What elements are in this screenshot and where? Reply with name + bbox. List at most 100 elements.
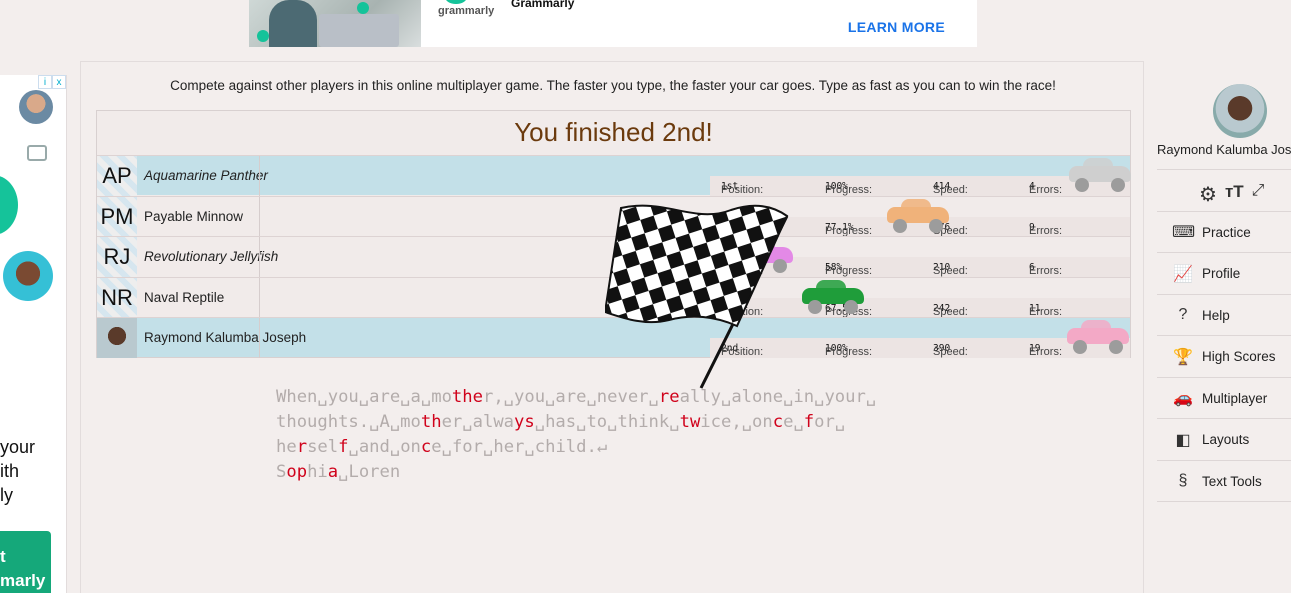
typed-segment: e␣for␣her␣child.↵ [431,437,608,457]
top-ad-banner[interactable]: grammarly Grammarly LEARN MORE [249,0,977,47]
player-name: Naval Reptile [144,289,225,305]
layouts-icon: ◧ [1175,431,1191,449]
quote-line: When␣you␣are␣a␣mother,␣you␣are␣never␣rea… [276,385,996,410]
message-icon [27,145,47,161]
player-name: Payable Minnow [144,208,244,224]
menu-label: High Scores [1202,349,1276,364]
typed-segment: ␣has␣to␣think␣ [534,412,680,432]
typed-segment: hi [307,462,328,482]
typed-segment: ␣and␣on [348,437,421,457]
menu-item-text-tools[interactable]: § Text Tools [1157,461,1291,502]
quote-line: Sophia␣Loren [276,460,996,485]
typed-segment: e␣ [783,412,804,432]
typed-segment: r,␣you␣are␣never␣ [482,387,659,407]
right-sidebar: Raymond Kalumba Joseph ⚙ тT ⤢ ⌨ Practice… [1157,75,1291,593]
typo-segment: ys [514,412,535,432]
typed-segment: When␣you␣are␣a␣mo [276,387,452,407]
checkered-flag-icon [605,204,789,389]
typed-segment: ally␣alone␣in␣your␣ [679,387,877,407]
typo-segment: the [451,387,483,407]
fullscreen-icon[interactable]: ⤢ [1252,182,1265,204]
race-car [1069,158,1131,192]
ad-info-icon[interactable]: i [38,75,52,89]
user-avatar[interactable] [1213,84,1267,138]
user-name[interactable]: Raymond Kalumba Joseph [1157,142,1291,157]
menu-item-high-scores[interactable]: 🏆 High Scores [1157,337,1291,378]
typo-segment: a [327,462,339,482]
typed-segment: S [276,462,287,482]
typo-segment: tw [679,412,701,432]
player-avatar: AP [97,156,137,196]
finish-title: You finished 2nd! [514,117,713,147]
car-icon: 🚗 [1173,390,1193,407]
typo-segment: re [658,387,680,407]
errors-label: Errors: [1029,305,1062,318]
menu-label: Multiplayer [1202,390,1268,406]
speed-label: Speed: [933,265,968,277]
quote-line: thoughts.␣A␣mother␣always␣has␣to␣think␣t… [276,410,996,435]
errors-label: Errors: [1029,346,1062,358]
position-label: Position: [721,184,764,196]
player-name: Raymond Kalumba Joseph [144,330,307,345]
text-size-icon[interactable]: тT [1225,182,1244,204]
ad-brand-name: Grammarly [511,0,575,10]
speed-label: Speed: [933,346,968,358]
main-panel: Compete against other players in this on… [80,61,1144,593]
typo-segment: op [286,462,308,482]
menu-item-profile[interactable]: 📈 Profile [1157,254,1291,295]
grammarly-g-icon [0,175,18,235]
race-lane: AP Aquamarine Panther Position: 1st Prog… [97,155,1131,196]
typed-segment: ice,␣on [700,412,773,432]
player-stats: Position: 1st Progress: 100% Speed: 414 … [710,176,1130,196]
menu-label: Profile [1202,266,1241,281]
errors-label: Errors: [1029,265,1062,277]
errors-label: Errors: [1029,184,1062,196]
ad-cta-button[interactable]: t marly [0,531,51,593]
typed-segment: er␣alwa [441,412,515,432]
errors-label: Errors: [1029,224,1062,237]
toolbar: ⚙ тT ⤢ [1199,182,1279,206]
grammarly-logo-icon [445,0,467,4]
progress-label: Progress: [825,184,873,196]
ad-text: your ith ly [0,437,36,505]
typo-segment: f [803,412,815,432]
ad-avatar [3,251,53,301]
typed-segment: or␣ [814,412,846,432]
typo-segment: c [772,412,784,432]
chart-icon: 📈 [1173,265,1193,283]
player-name: Aquamarine Panther [144,168,268,183]
typo-segment: c [420,437,432,457]
keyboard-icon: ⌨ [1172,224,1196,241]
menu-item-multiplayer[interactable]: 🚗 Multiplayer [1157,378,1291,419]
typo-segment: f [338,437,349,457]
section-icon: § [1178,472,1188,489]
menu-item-practice[interactable]: ⌨ Practice [1157,212,1291,253]
game-description: Compete against other players in this on… [170,78,1056,93]
ad-brand-small: grammarly [438,5,495,17]
adchoices[interactable]: i x [38,75,66,89]
menu-label: Practice [1202,224,1251,240]
menu-item-layouts[interactable]: ◧ Layouts [1157,420,1291,461]
quote-line: herself␣and␣once␣for␣her␣child.↵ [276,435,996,460]
ad-close-icon[interactable]: x [52,75,66,89]
menu-label: Help [1202,307,1230,323]
typed-segment: sel [307,437,339,457]
learn-more-button[interactable]: LEARN MORE [848,19,945,35]
typo-segment: th [420,412,442,432]
menu-item-help[interactable]: ? Help [1157,295,1291,336]
quote-text: When␣you␣are␣a␣mother,␣you␣are␣never␣rea… [276,385,996,485]
left-ad-banner[interactable]: i x your ith ly t marly [0,75,67,593]
typed-segment: ␣Loren [338,462,401,482]
speed-label: Speed: [933,184,968,196]
progress-label: Progress: [825,346,873,358]
race-car [1067,320,1129,354]
progress-label: Progress: [825,265,873,277]
speed-label: Speed: [933,305,968,318]
race-car [887,198,949,233]
player-avatar: RJ [97,237,137,277]
player-avatar: NR [97,277,137,318]
typed-segment: he [276,437,297,457]
gear-icon[interactable]: ⚙ [1199,182,1217,206]
player-avatar: PM [97,196,137,237]
typed-segment: thoughts.␣A␣mo [276,412,421,432]
